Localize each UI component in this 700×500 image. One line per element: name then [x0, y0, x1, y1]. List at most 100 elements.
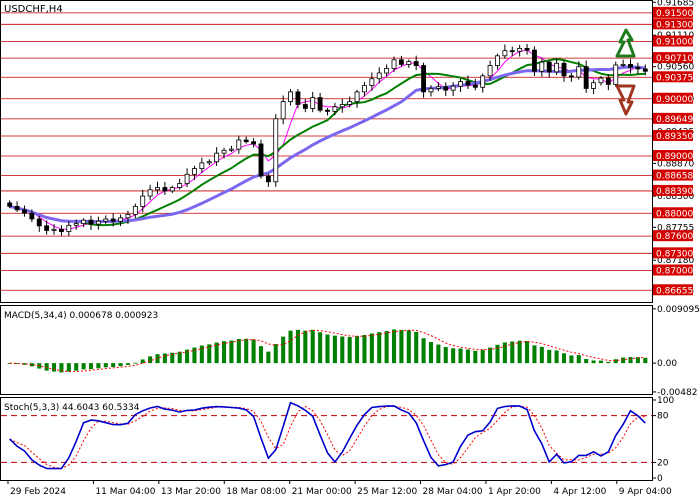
macd-bar — [44, 363, 49, 371]
candle-body — [384, 68, 390, 74]
candle-body — [598, 77, 604, 84]
candle-body — [66, 224, 72, 232]
macd-bar — [406, 330, 411, 364]
macd-bar — [561, 353, 567, 364]
candle-body — [354, 91, 360, 103]
candle-body — [620, 64, 626, 66]
price-tick-label: 0.90560 — [657, 63, 694, 73]
time-tick-label: 9 Apr 04:00 — [619, 487, 672, 497]
candle-body — [302, 104, 308, 109]
macd-bar — [598, 360, 603, 364]
candle-body — [125, 214, 131, 219]
macd-bar — [318, 332, 323, 364]
candle[interactable] — [532, 46, 537, 77]
macd-bar — [310, 329, 315, 364]
macd-bar — [251, 339, 256, 364]
time-tick-label: 25 Mar 12:00 — [357, 487, 417, 497]
macd-bar — [517, 340, 522, 364]
macd-bar — [606, 361, 611, 364]
candle-body — [44, 225, 50, 231]
macd-bar — [355, 336, 360, 364]
candle-body — [362, 85, 367, 93]
candle-body — [95, 220, 101, 225]
candle-body — [509, 50, 515, 53]
macd-bar — [465, 349, 470, 364]
candle-body — [561, 62, 567, 77]
chart-canvas[interactable]: 0.916850.911100.905600.900000.894250.888… — [0, 0, 700, 500]
candle-body — [472, 84, 478, 88]
candle-body — [369, 78, 375, 86]
stochastic-tick-label: 0 — [657, 474, 663, 484]
candle-body — [236, 139, 242, 150]
candle[interactable] — [273, 114, 279, 187]
macd-bar — [399, 329, 404, 364]
macd-bar — [510, 341, 515, 364]
candle-body — [591, 82, 597, 89]
candle-body — [118, 217, 123, 222]
level-label: 0.88658 — [656, 172, 693, 182]
macd-bar — [332, 335, 337, 364]
macd-bar — [81, 363, 86, 370]
macd-bar — [140, 359, 145, 364]
candle[interactable] — [258, 139, 264, 179]
level-label: 0.87300 — [656, 249, 693, 259]
macd-bar — [643, 357, 648, 364]
level-label: 0.91500 — [656, 9, 693, 19]
candle-body — [280, 101, 286, 120]
macd-bar — [103, 363, 108, 368]
candle-body — [206, 161, 212, 164]
time-tick-label: 4 Apr 12:00 — [553, 487, 606, 497]
candle-body — [450, 85, 456, 91]
candle-body — [36, 218, 42, 227]
time-tick-label: 1 Apr 20:00 — [488, 487, 541, 497]
candle-body — [169, 187, 175, 192]
candle-body — [391, 59, 397, 69]
macd-bar — [362, 334, 367, 364]
macd-tick-label: 0.00 — [657, 359, 677, 369]
candle-body — [539, 61, 545, 72]
candle-body — [73, 223, 79, 226]
macd-bar — [414, 331, 419, 364]
candle-body — [458, 81, 463, 87]
candle-body — [14, 205, 20, 211]
macd-bar — [281, 336, 286, 364]
macd-bar — [258, 346, 264, 364]
macd-bar — [266, 351, 271, 364]
candle[interactable] — [613, 61, 619, 88]
macd-bar — [377, 332, 382, 364]
candle-body — [29, 212, 35, 220]
candle-body — [199, 162, 205, 170]
candle-body — [332, 106, 338, 112]
stochastic-tick-label: 80 — [657, 412, 669, 422]
macd-bar — [244, 338, 249, 364]
candle-body — [147, 189, 153, 197]
candle-body — [251, 141, 257, 145]
candle-body — [554, 62, 560, 73]
candle-body — [214, 152, 220, 163]
stochastic-title: Stoch(5,3,3) 44.6043 60.5334 — [4, 403, 140, 413]
macd-bar — [421, 338, 426, 364]
level-label: 0.86655 — [656, 286, 693, 296]
macd-bar — [391, 329, 397, 364]
level-label: 0.89000 — [656, 152, 693, 162]
macd-bar — [458, 348, 463, 364]
macd-bar — [273, 344, 278, 364]
level-label: 0.91000 — [656, 38, 693, 48]
candle-body — [228, 148, 234, 151]
macd-bar — [369, 333, 374, 364]
macd-bar — [384, 331, 389, 364]
candle-body — [487, 65, 493, 77]
level-label: 0.88390 — [656, 187, 693, 197]
macd-bar — [539, 346, 544, 364]
candle-body — [635, 66, 641, 70]
candle-body — [339, 104, 345, 108]
candle-body — [502, 50, 508, 57]
macd-bar — [125, 363, 130, 365]
candle-body — [532, 49, 537, 72]
candle-body — [221, 149, 227, 154]
candle-body — [162, 187, 168, 192]
macd-bar — [569, 355, 574, 364]
level-label: 0.87600 — [656, 232, 693, 242]
candle-body — [273, 118, 279, 183]
macd-tick-label: 0.009095 — [657, 305, 700, 315]
